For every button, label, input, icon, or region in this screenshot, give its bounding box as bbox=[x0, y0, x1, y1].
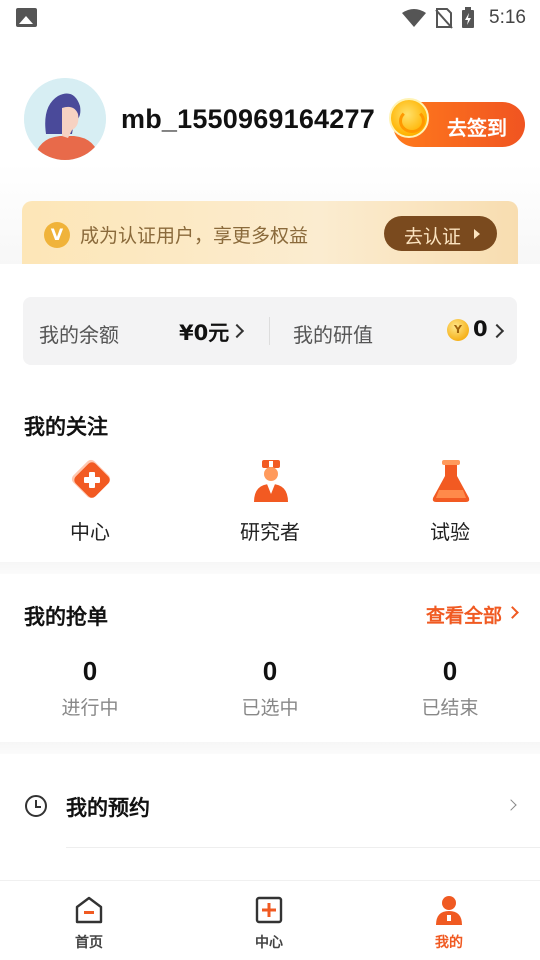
doctor-icon bbox=[254, 460, 288, 502]
section-separator bbox=[0, 742, 540, 754]
balance-value[interactable]: ¥0元 bbox=[179, 317, 229, 347]
follow-item-center[interactable]: 中心 bbox=[25, 458, 155, 548]
flask-icon bbox=[432, 460, 470, 502]
chevron-right-icon bbox=[505, 799, 517, 811]
follow-item-trial[interactable]: 试验 bbox=[385, 458, 515, 548]
appointments-row[interactable]: 我的预约 bbox=[0, 762, 540, 848]
sign-in-button[interactable]: 去签到 bbox=[389, 98, 525, 147]
research-coin-icon: Y bbox=[447, 319, 469, 341]
sign-in-label: 去签到 bbox=[447, 116, 507, 140]
verify-button[interactable]: 去认证 bbox=[384, 216, 497, 251]
username: mb_1550969164277 bbox=[121, 104, 375, 134]
image-notification-icon bbox=[16, 8, 37, 27]
order-stat-selected[interactable]: 0 已选中 bbox=[210, 656, 330, 720]
clock-icon bbox=[25, 795, 47, 817]
appointments-label: 我的预约 bbox=[66, 796, 150, 820]
battery-charging-icon bbox=[462, 7, 475, 28]
bottom-tab-bar: 首页 中心 我的 bbox=[0, 880, 540, 960]
avatar-illustration bbox=[24, 78, 106, 160]
order-status-label: 已结束 bbox=[421, 697, 479, 719]
orders-section-title: 我的抢单 bbox=[24, 605, 108, 629]
tab-mine[interactable]: 我的 bbox=[389, 881, 509, 960]
verified-badge-icon: V bbox=[44, 222, 70, 248]
profile-icon bbox=[436, 896, 462, 925]
follow-item-researcher[interactable]: 研究者 bbox=[205, 458, 335, 548]
order-count: 0 bbox=[442, 656, 458, 686]
order-status-label: 进行中 bbox=[61, 697, 119, 719]
status-bar: 5:16 bbox=[0, 0, 540, 36]
avatar[interactable] bbox=[24, 78, 106, 160]
see-all-link[interactable]: 查看全部 bbox=[426, 601, 502, 628]
tab-label: 我的 bbox=[435, 935, 463, 951]
chevron-right-icon[interactable] bbox=[489, 323, 505, 339]
order-status-label: 已选中 bbox=[241, 697, 299, 719]
verify-button-label: 去认证 bbox=[404, 226, 462, 248]
research-value-label: 我的研值 bbox=[293, 323, 373, 347]
tab-home[interactable]: 首页 bbox=[29, 881, 149, 960]
follow-section-title: 我的关注 bbox=[24, 415, 108, 439]
home-icon bbox=[75, 896, 103, 924]
wallet-divider bbox=[269, 317, 270, 345]
research-value[interactable]: 0 bbox=[473, 317, 488, 341]
balance-label: 我的余额 bbox=[39, 323, 119, 347]
tab-label: 中心 bbox=[255, 935, 283, 951]
order-count: 0 bbox=[82, 656, 98, 686]
tab-center[interactable]: 中心 bbox=[209, 881, 329, 960]
order-count: 0 bbox=[262, 656, 278, 686]
order-stat-finished[interactable]: 0 已结束 bbox=[390, 656, 510, 720]
coin-icon bbox=[389, 98, 429, 138]
status-time: 5:16 bbox=[489, 7, 526, 28]
order-stat-in-progress[interactable]: 0 进行中 bbox=[30, 656, 150, 720]
verify-banner-text: 成为认证用户，享更多权益 bbox=[80, 225, 309, 247]
no-sim-icon bbox=[435, 8, 453, 29]
verify-banner[interactable]: V 成为认证用户，享更多权益 去认证 bbox=[22, 201, 518, 267]
chevron-right-icon[interactable] bbox=[229, 323, 245, 339]
tab-label: 首页 bbox=[75, 935, 103, 951]
wifi-icon bbox=[402, 9, 427, 27]
wallet-card: 我的余额 ¥0元 我的研值 Y 0 bbox=[23, 297, 517, 365]
center-icon bbox=[255, 896, 283, 924]
follow-item-label: 试验 bbox=[430, 520, 470, 544]
status-icons: 5:16 bbox=[401, 6, 526, 30]
divider bbox=[66, 847, 540, 848]
triangle-right-icon bbox=[474, 229, 480, 239]
follow-item-label: 中心 bbox=[70, 520, 110, 544]
follow-item-label: 研究者 bbox=[240, 520, 300, 544]
center-cross-icon bbox=[71, 459, 111, 499]
section-separator bbox=[0, 562, 540, 574]
